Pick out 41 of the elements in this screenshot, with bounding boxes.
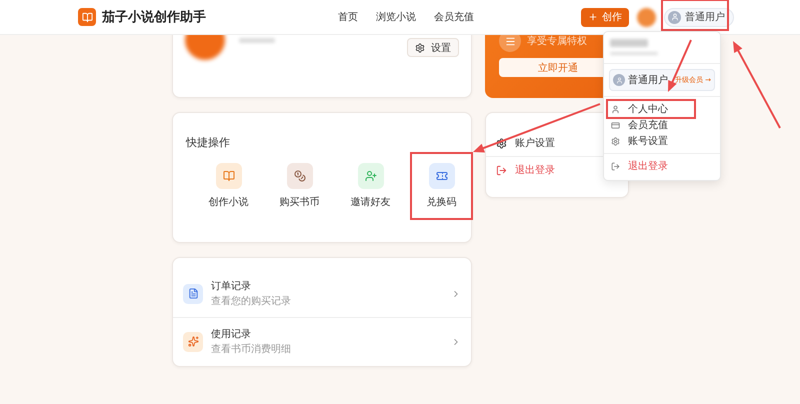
logout-icon: [611, 162, 620, 170]
book-icon: [216, 163, 242, 189]
gear-icon: [611, 136, 620, 146]
user-pill[interactable]: 普通用户: [664, 8, 734, 26]
level-label: 普通用户: [628, 74, 668, 87]
gear-icon: [415, 42, 425, 52]
record-row[interactable]: 使用记录 查看书币消费明细: [173, 318, 471, 365]
dropdown-item[interactable]: 会员充值: [604, 117, 720, 133]
add-user-icon: [358, 163, 384, 189]
settings-button[interactable]: 设置: [407, 38, 459, 57]
membership-subtitle: 享受专属特权: [527, 34, 587, 48]
document-icon: [183, 284, 203, 304]
redacted-text: [610, 39, 648, 47]
plus-icon: [588, 12, 598, 22]
quick-action[interactable]: 购买书币: [280, 163, 320, 209]
record-subtitle: 查看书币消费明细: [211, 342, 292, 356]
card-icon: [611, 120, 620, 130]
nav-link[interactable]: 首页: [338, 10, 358, 24]
quick-action[interactable]: 创作小说: [208, 163, 248, 209]
logout-icon: [496, 164, 507, 176]
section-title: 快捷操作: [186, 135, 231, 150]
book-logo-icon: [78, 8, 96, 26]
user-icon: [611, 104, 620, 114]
quick-action[interactable]: 兑换码: [426, 163, 456, 209]
gear-icon: [496, 138, 507, 148]
coins-icon: [286, 163, 312, 189]
nav-link[interactable]: 会员充值: [434, 10, 474, 24]
record-title: 使用记录: [211, 328, 252, 341]
redacted-text: [239, 38, 275, 43]
quick-action[interactable]: 邀请好友: [350, 163, 390, 209]
sparkle-icon: [183, 332, 203, 352]
app-name: 茄子小说创作助手: [102, 8, 206, 26]
nav-link[interactable]: 浏览小说: [376, 10, 416, 24]
dropdown-item[interactable]: 个人中心: [608, 101, 694, 117]
avatar-icon: [613, 74, 625, 86]
avatar-icon: [668, 10, 681, 24]
record-subtitle: 查看您的购买记录: [211, 294, 292, 308]
record-title: 订单记录: [211, 280, 252, 293]
ticket-icon: [428, 163, 454, 189]
redacted-avatar: [637, 8, 656, 26]
record-row[interactable]: 订单记录 查看您的购买记录: [173, 270, 471, 318]
